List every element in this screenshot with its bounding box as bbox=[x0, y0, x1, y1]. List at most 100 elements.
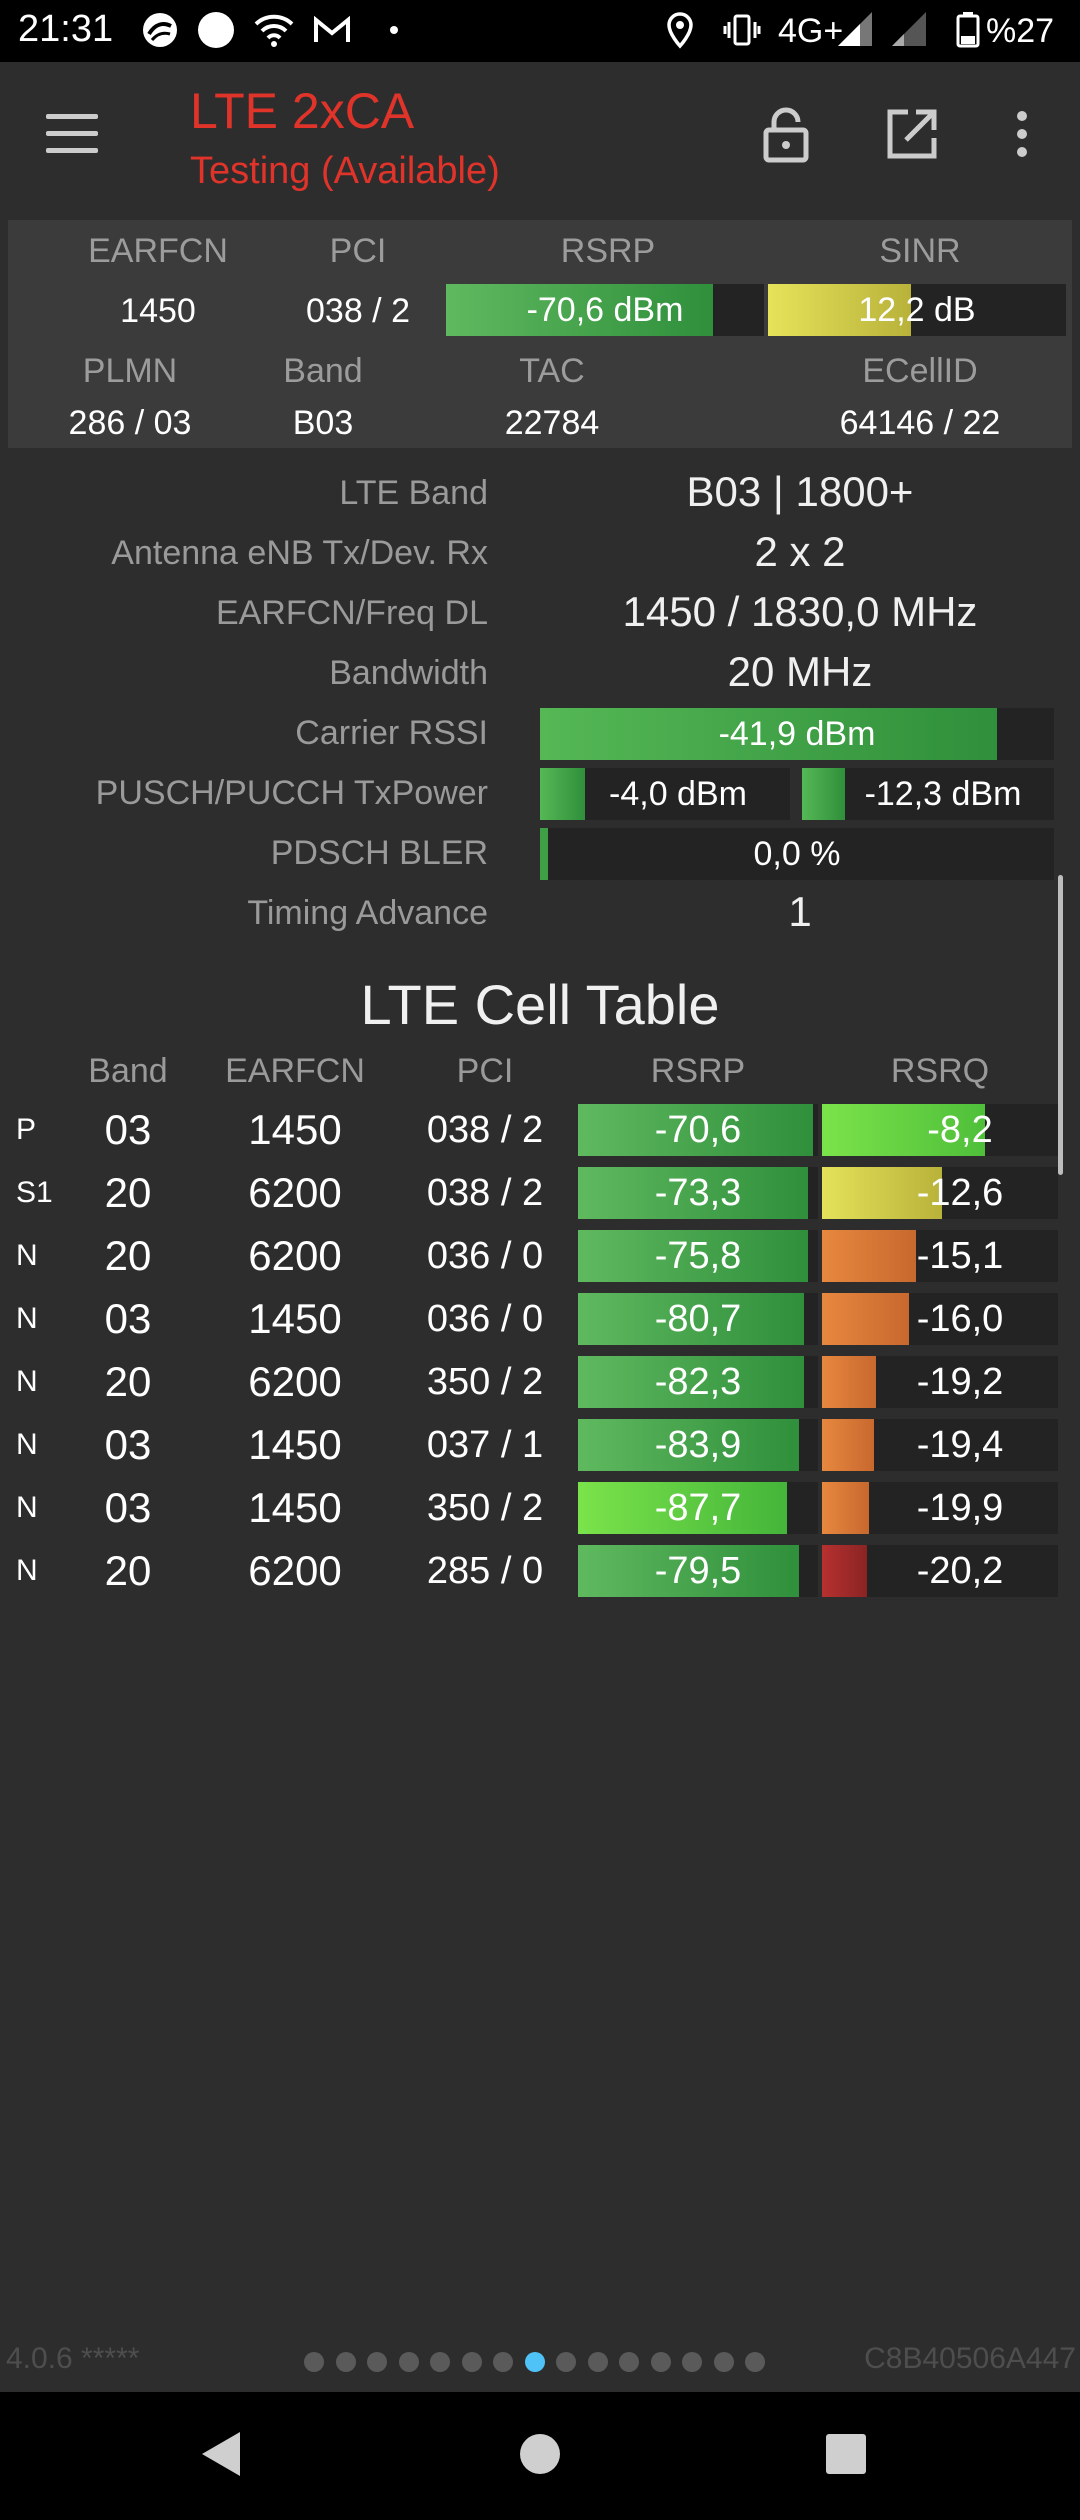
cell-band: 03 bbox=[104, 1484, 152, 1531]
cell-pci: 350 / 2 bbox=[426, 1361, 544, 1403]
cell-rsrp-bar: -73,3 bbox=[578, 1167, 818, 1219]
earfcn-freq-value: 1450 / 1830,0 MHz bbox=[622, 588, 978, 635]
home-icon[interactable] bbox=[516, 2430, 564, 2478]
pusch-bar: -4,0 dBm bbox=[540, 768, 790, 820]
cell-rsrp-value: -79,5 bbox=[654, 1550, 742, 1592]
page-dot[interactable] bbox=[335, 2352, 356, 2372]
cell-rsrp-bar: -75,8 bbox=[578, 1230, 818, 1282]
page-dot[interactable] bbox=[650, 2352, 671, 2372]
overflow-icon[interactable] bbox=[990, 102, 1054, 166]
cell-earfcn: 6200 bbox=[248, 1358, 342, 1405]
status-time: 21:31 bbox=[18, 8, 114, 50]
cell-rsrq-bar: -8,2 bbox=[822, 1104, 1058, 1156]
timing-advance-label: Timing Advance bbox=[247, 894, 488, 932]
page-dot[interactable] bbox=[556, 2352, 576, 2372]
pdsch-bler-value: 0,0 % bbox=[753, 835, 841, 873]
page-dot[interactable] bbox=[304, 2352, 324, 2372]
cell-type: S1 bbox=[16, 1176, 53, 1209]
table-row: N 20 6200 036 / 0 -75,8 -15,1 bbox=[0, 1228, 1080, 1284]
pusch-value: -4,0 dBm bbox=[609, 775, 747, 813]
pdsch-bler-bar: 0,0 % bbox=[540, 828, 1054, 880]
table-row: N 03 1450 037 / 1 -83,9 -19,4 bbox=[0, 1417, 1080, 1473]
cell-rsrq-bar: -15,1 bbox=[822, 1230, 1058, 1282]
table-row: P 03 1450 038 / 2 -70,6 -8,2 bbox=[0, 1102, 1080, 1158]
page-dot[interactable] bbox=[713, 2352, 734, 2372]
cell-band: 20 bbox=[104, 1547, 152, 1594]
cell-pci: 036 / 0 bbox=[426, 1235, 544, 1277]
app-title: LTE 2xCA bbox=[190, 83, 415, 139]
cell-pci: 285 / 0 bbox=[426, 1550, 544, 1592]
page-dot[interactable] bbox=[524, 2352, 545, 2372]
cell-rsrp-value: -70,6 bbox=[654, 1109, 742, 1151]
table-row: N 20 6200 350 / 2 -82,3 -19,2 bbox=[0, 1354, 1080, 1410]
cell-type: N bbox=[16, 1428, 38, 1461]
plmn-value: 286 / 03 bbox=[68, 404, 192, 442]
carrier-rssi-bar: -41,9 dBm bbox=[540, 708, 1054, 760]
col-rsrq: RSRQ bbox=[890, 1052, 990, 1090]
gmail-icon bbox=[314, 15, 350, 42]
rsrp-bar: -70,6 dBm bbox=[446, 284, 764, 336]
page-dot[interactable] bbox=[493, 2352, 513, 2372]
earfcn-value: 1450 bbox=[120, 292, 196, 330]
cell-rsrp-bar: -79,5 bbox=[578, 1545, 818, 1597]
cell-rsrp-bar: -83,9 bbox=[578, 1419, 818, 1471]
cell-type: N bbox=[16, 1554, 38, 1587]
page-dot[interactable] bbox=[461, 2352, 482, 2372]
cell-rsrq-value: -15,1 bbox=[916, 1235, 1004, 1277]
cell-rsrq-value: -16,0 bbox=[916, 1298, 1004, 1340]
timing-advance-value: 1 bbox=[788, 888, 812, 935]
cell-band: 03 bbox=[104, 1295, 152, 1342]
device-id: C8B40506A447 bbox=[864, 2342, 1076, 2375]
pdsch-bler-label: PDSCH BLER bbox=[270, 834, 488, 872]
earfcn-freq-label: EARFCN/Freq DL bbox=[215, 594, 488, 632]
cell-earfcn: 6200 bbox=[248, 1547, 342, 1594]
cell-rsrq-value: -20,2 bbox=[916, 1550, 1004, 1592]
page-dot[interactable] bbox=[619, 2352, 639, 2372]
status-bar: 21:31 4G+ %27 bbox=[0, 0, 1080, 62]
col-earfcn: EARFCN bbox=[225, 1052, 365, 1090]
app-swirl-icon bbox=[143, 13, 177, 47]
page-dot[interactable] bbox=[745, 2352, 765, 2372]
pucch-bar: -12,3 dBm bbox=[802, 768, 1054, 820]
cell-earfcn: 1450 bbox=[248, 1484, 342, 1531]
page-dot[interactable] bbox=[682, 2352, 702, 2372]
cell-rsrq-bar: -19,9 bbox=[822, 1482, 1058, 1534]
bandwidth-label: Bandwidth bbox=[329, 654, 488, 692]
col-pci: PCI bbox=[456, 1052, 514, 1090]
table-row: N 03 1450 036 / 0 -80,7 -16,0 bbox=[0, 1291, 1080, 1347]
cell-pci: 350 / 2 bbox=[426, 1487, 544, 1529]
cell-rsrp-bar: -80,7 bbox=[578, 1293, 818, 1345]
cell-pci: 037 / 1 bbox=[426, 1424, 544, 1466]
cell-earfcn: 1450 bbox=[248, 1295, 342, 1342]
antenna-label: Antenna eNB Tx/Dev. Rx bbox=[111, 534, 488, 572]
recents-icon[interactable] bbox=[824, 2432, 868, 2476]
col-rsrp: RSRP bbox=[650, 1052, 746, 1090]
header-earfcn: EARFCN bbox=[88, 232, 228, 270]
cell-earfcn: 6200 bbox=[248, 1169, 342, 1216]
ecellid-value: 64146 / 22 bbox=[839, 404, 1001, 442]
header-sinr: SINR bbox=[879, 232, 961, 270]
app-subtitle: Testing (Available) bbox=[190, 150, 500, 192]
header-plmn: PLMN bbox=[82, 352, 178, 390]
menu-icon[interactable] bbox=[46, 114, 98, 154]
cell-type: N bbox=[16, 1365, 38, 1398]
cell-rsrq-bar: -19,2 bbox=[822, 1356, 1058, 1408]
page-dot[interactable] bbox=[398, 2352, 419, 2372]
signal-icon bbox=[838, 12, 872, 46]
back-icon[interactable] bbox=[196, 2428, 244, 2480]
cell-band: 20 bbox=[104, 1232, 152, 1279]
page-dot[interactable] bbox=[430, 2352, 450, 2372]
cell-rsrq-bar: -20,2 bbox=[822, 1545, 1058, 1597]
page-dot[interactable] bbox=[367, 2352, 387, 2372]
sinr-bar: 12,2 dB bbox=[768, 284, 1066, 336]
page-dot[interactable] bbox=[587, 2352, 608, 2372]
share-icon[interactable] bbox=[880, 102, 944, 166]
table-row: N 03 1450 350 / 2 -87,7 -19,9 bbox=[0, 1480, 1080, 1536]
lock-icon[interactable] bbox=[754, 102, 818, 166]
header-pci: PCI bbox=[329, 232, 387, 270]
txpower-label: PUSCH/PUCCH TxPower bbox=[95, 774, 488, 812]
cell-pci: 036 / 0 bbox=[426, 1298, 544, 1340]
app-bar: LTE 2xCA Testing (Available) bbox=[0, 62, 1080, 210]
wifi-icon bbox=[254, 14, 294, 47]
header-rsrp: RSRP bbox=[560, 232, 656, 270]
